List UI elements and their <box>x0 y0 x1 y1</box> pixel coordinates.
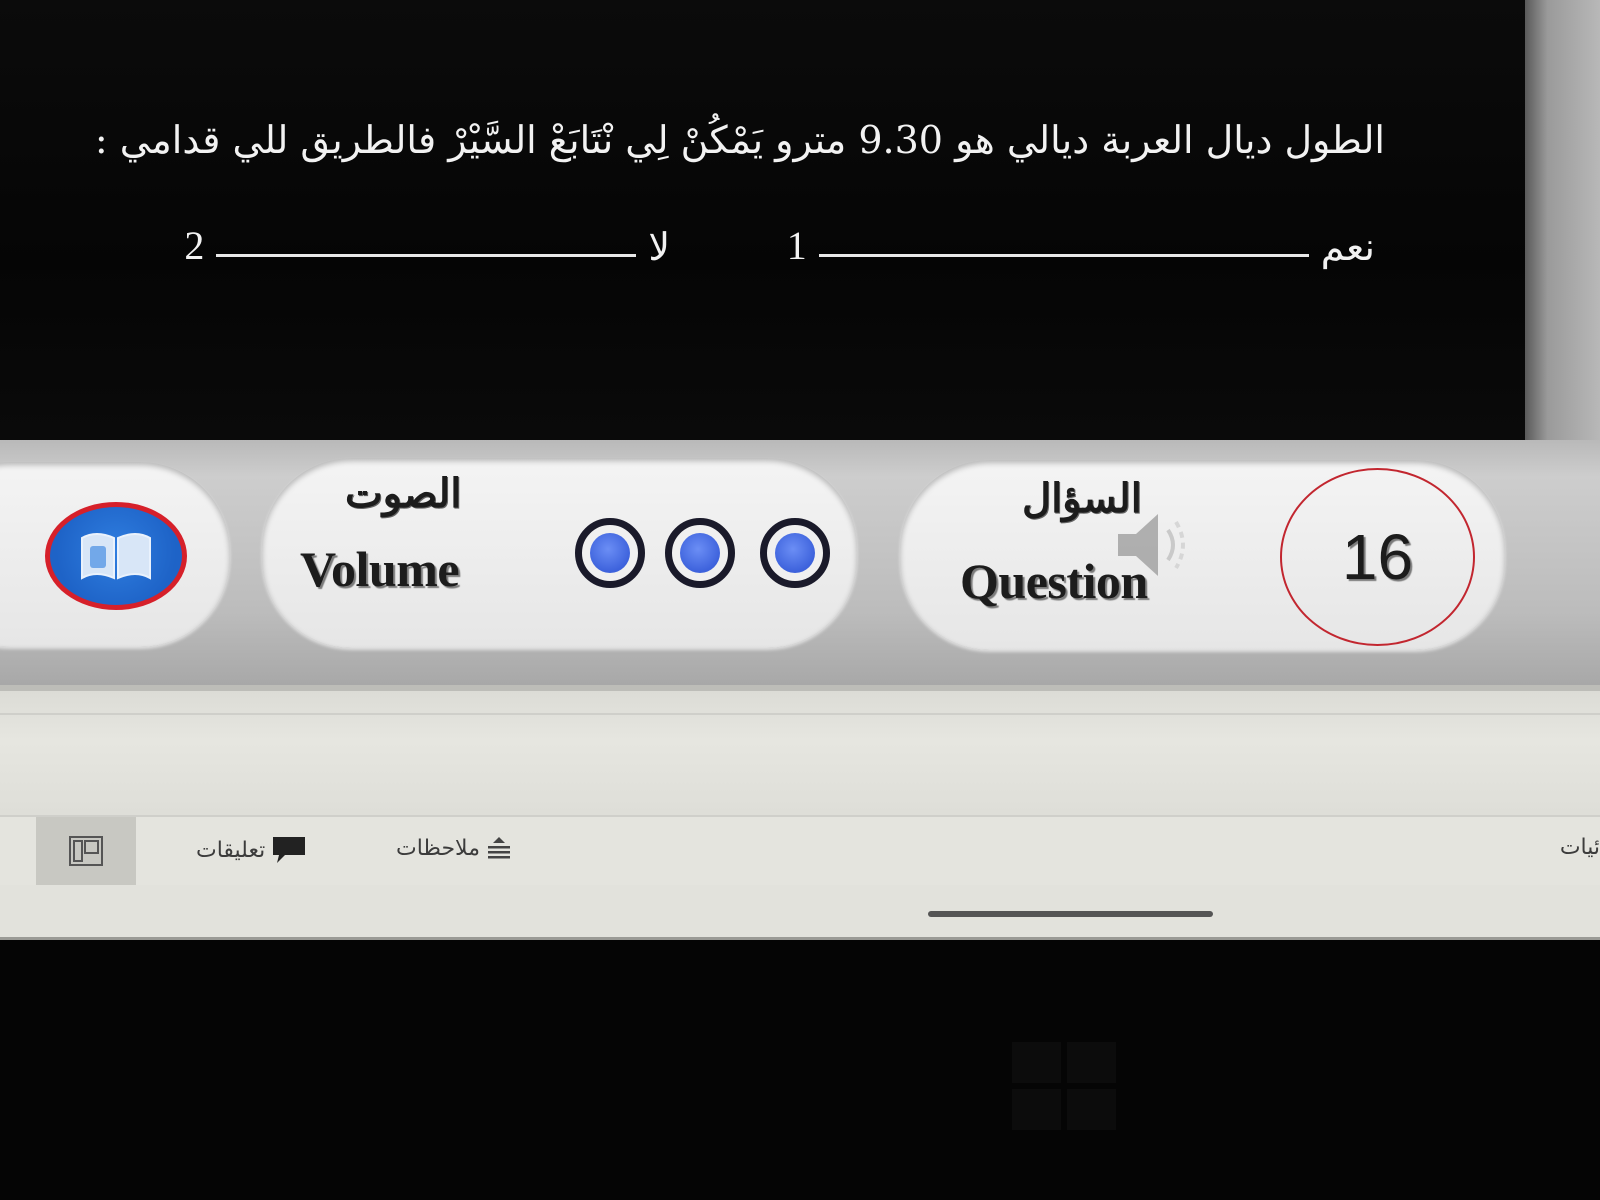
book-icon <box>81 533 151 580</box>
normal-view-icon <box>69 836 103 866</box>
notes-label: ملاحظات <box>396 835 480 861</box>
volume-dot-core <box>775 533 815 573</box>
volume-label-en: Volume <box>300 541 460 597</box>
windows-logo-icon <box>1012 1042 1116 1130</box>
status-item-truncated[interactable]: ئيات <box>1560 835 1600 860</box>
question-text: الطول ديال العربة ديالي هو 9.30 مترو يَم… <box>94 118 1385 162</box>
slide-canvas: الطول ديال العربة ديالي هو 9.30 مترو يَم… <box>0 0 1525 440</box>
answer-line <box>216 254 637 257</box>
question-number-badge: 16 <box>1280 468 1475 646</box>
answer-line <box>818 254 1309 257</box>
comment-icon <box>273 837 306 863</box>
notes-button[interactable]: ملاحظات <box>396 835 512 861</box>
answer-label: لا <box>648 225 670 269</box>
volume-dot-core <box>590 533 630 573</box>
status-bar: تعليقات ملاحظات ئيات <box>0 815 1600 885</box>
answer-number: 1 <box>786 223 807 268</box>
comments-label: تعليقات <box>196 837 266 863</box>
answer-option-yes[interactable]: نعم 1 <box>787 222 1375 269</box>
volume-level-1-button[interactable] <box>575 518 645 588</box>
normal-view-button[interactable] <box>36 817 136 885</box>
comments-button[interactable]: تعليقات <box>196 835 307 865</box>
volume-dot-core <box>680 533 720 573</box>
screen: الطول ديال العربة ديالي هو 9.30 مترو يَم… <box>0 0 1600 1200</box>
volume-level-3-button[interactable] <box>760 518 830 588</box>
slide-notes-pane[interactable] <box>0 685 1600 815</box>
answer-label: نعم <box>1320 225 1375 269</box>
answer-number: 2 <box>184 223 205 268</box>
notes-icon <box>487 837 510 859</box>
quiz-control-bar: الصوت Volume السؤال Question 16 <box>0 440 1600 685</box>
status-bar-bottom <box>0 885 1600 940</box>
monitor-bezel <box>0 940 1600 1200</box>
speaker-icon[interactable] <box>1108 500 1198 590</box>
volume-label-ar: الصوت <box>345 470 462 517</box>
scrollbar-thumb[interactable] <box>928 911 1213 917</box>
answer-option-no[interactable]: لا 2 <box>184 222 670 269</box>
book-button[interactable] <box>45 502 187 610</box>
volume-level-2-button[interactable] <box>665 518 735 588</box>
window-edge <box>1525 0 1600 440</box>
